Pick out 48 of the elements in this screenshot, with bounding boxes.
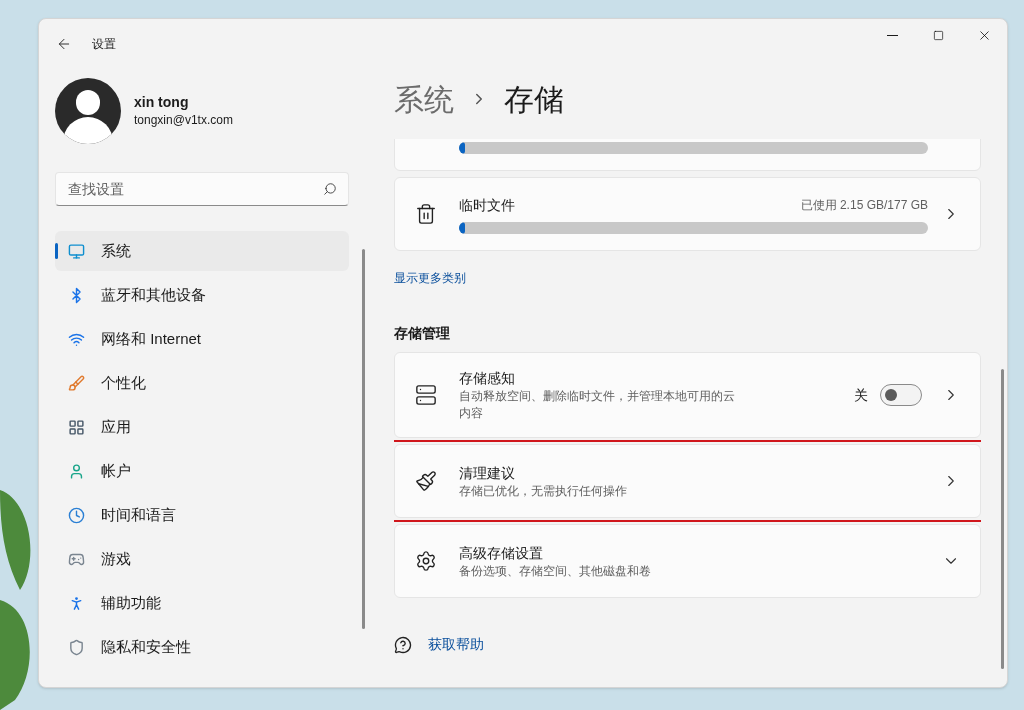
settings-icon <box>415 550 437 572</box>
setting-card[interactable]: 存储感知 自动释放空间、删除临时文件，并管理本地可用的云内容 关 <box>394 352 981 438</box>
setting-title: 存储感知 <box>459 369 516 388</box>
nav-item[interactable]: 蓝牙和其他设备 <box>55 275 349 315</box>
nav-item[interactable]: 个性化 <box>55 363 349 403</box>
back-icon[interactable] <box>56 36 72 52</box>
trash-icon <box>415 203 437 225</box>
toggle-state-label: 关 <box>854 385 868 405</box>
server-icon <box>415 384 437 406</box>
setting-description: 存储已优化，无需执行任何操作 <box>459 482 628 500</box>
clock-icon <box>68 506 85 524</box>
user-email: tongxin@v1tx.com <box>134 112 233 129</box>
setting-description: 备份选项、存储空间、其他磁盘和卷 <box>459 562 652 580</box>
toggle-switch[interactable] <box>880 384 922 406</box>
category-label: 临时文件 <box>459 195 515 215</box>
section-heading: 存储管理 <box>394 324 451 343</box>
brush-icon <box>68 374 85 392</box>
search-icon <box>323 182 337 196</box>
show-more-link[interactable]: 显示更多类别 <box>394 269 466 287</box>
apps-grid-icon <box>68 418 85 436</box>
help-link[interactable]: 获取帮助 <box>428 634 484 655</box>
minimize-icon <box>886 34 898 36</box>
person-icon <box>68 462 85 480</box>
monitor-icon <box>68 242 85 260</box>
nav-item[interactable]: 时间和语言 <box>55 495 349 535</box>
nav-item[interactable]: 网络和 Internet <box>55 319 349 359</box>
window-title: 设置 <box>92 36 116 53</box>
page-title: 存储 <box>504 81 564 118</box>
search-field[interactable]: 查找设置 <box>55 172 349 206</box>
nav-item[interactable]: 辅助功能 <box>55 583 349 623</box>
setting-title: 清理建议 <box>459 463 516 483</box>
broom-icon <box>415 470 437 492</box>
breadcrumb-parent[interactable]: 系统 <box>394 76 454 122</box>
nav-item[interactable]: 游戏 <box>55 539 349 579</box>
setting-card[interactable]: 清理建议 存储已优化，无需执行任何操作 <box>394 444 981 518</box>
setting-title: 高级存储设置 <box>459 543 544 563</box>
setting-card[interactable]: 高级存储设置 备份选项、存储空间、其他磁盘和卷 <box>394 524 981 598</box>
setting-description: 自动释放空间、删除临时文件，并管理本地可用的云内容 <box>459 388 736 422</box>
maximize-icon <box>932 29 944 41</box>
nav-item[interactable]: 系统 <box>55 231 349 271</box>
category-usage: 已使用 2.15 GB/177 GB <box>800 197 928 214</box>
nav-item[interactable]: 帐户 <box>55 451 349 491</box>
user-name: xin tong <box>134 93 190 111</box>
storage-category-card[interactable]: 临时文件 已使用 2.15 GB/177 GB <box>394 177 981 251</box>
help-icon <box>394 635 412 654</box>
nav-item[interactable]: 应用 <box>55 407 349 447</box>
nav-item[interactable]: 隐私和安全性 <box>55 627 349 667</box>
shield-icon <box>68 638 85 656</box>
